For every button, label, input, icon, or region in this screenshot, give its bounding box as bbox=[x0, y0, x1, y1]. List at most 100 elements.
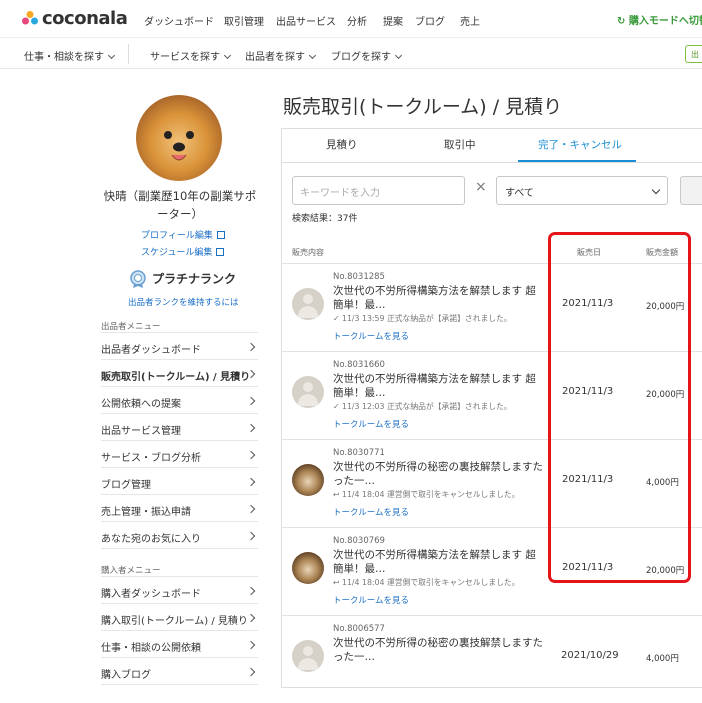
subnav-find-service[interactable]: サービスを探す bbox=[150, 48, 232, 63]
keyword-input[interactable]: キーワードを入力 bbox=[292, 176, 465, 205]
buyer-avatar[interactable] bbox=[292, 376, 324, 408]
highlight-box bbox=[548, 232, 691, 583]
chevron-right-icon bbox=[246, 531, 256, 541]
medal-icon bbox=[130, 270, 146, 288]
menu-item-buyer-talkroom[interactable]: 購入取引(トークルーム) / 見積り bbox=[101, 605, 258, 631]
menu-item-label: 購入取引(トークルーム) / 見積り bbox=[101, 616, 248, 627]
subnav-find-blog[interactable]: ブログを探す bbox=[331, 48, 403, 63]
search-button[interactable] bbox=[680, 176, 702, 205]
menu-item-public-request[interactable]: 公開依頼への提案 bbox=[101, 388, 258, 414]
menu-divider bbox=[101, 332, 258, 333]
chevron-right-icon bbox=[246, 450, 256, 460]
order-title[interactable]: 次世代の不労所得構築方法を解禁します 超簡単！最… bbox=[333, 548, 545, 576]
chevron-down-icon bbox=[107, 51, 116, 60]
talkroom-link[interactable]: トークルームを見る bbox=[333, 330, 409, 342]
chevron-right-icon bbox=[246, 396, 256, 406]
subnav-find-work[interactable]: 仕事・相談を探す bbox=[24, 48, 116, 63]
rank-hint-link[interactable]: 出品者ランクを維持するには bbox=[128, 296, 239, 308]
menu-divider bbox=[101, 576, 258, 577]
table-row: No.8006577 次世代の不労所得の秘密の裏技解禁しますたった一… 2021… bbox=[282, 615, 702, 703]
buyer-avatar[interactable] bbox=[292, 640, 324, 672]
buyer-avatar[interactable] bbox=[292, 464, 324, 496]
menu-item-label: 購入ブログ bbox=[101, 670, 151, 681]
chevron-down-icon bbox=[394, 51, 403, 60]
external-link-icon bbox=[216, 248, 225, 256]
tab-in-progress[interactable]: 取引中 bbox=[444, 137, 476, 152]
menu-item-seller-dashboard[interactable]: 出品者ダッシュボード bbox=[101, 334, 258, 360]
switch-mode-link[interactable]: ↻ 購入モードへ切替 bbox=[617, 12, 702, 27]
menu-item-blog-manage[interactable]: ブログ管理 bbox=[101, 469, 258, 495]
chevron-right-icon bbox=[246, 423, 256, 433]
menu-item-label: 購入者ダッシュボード bbox=[101, 589, 201, 600]
schedule-edit-label: スケジュール編集 bbox=[141, 248, 213, 258]
order-status: ↩ 11/4 18:04 運営側で取引をキャンセルしました。 bbox=[333, 578, 520, 587]
nav-services[interactable]: 出品サービス bbox=[276, 13, 336, 28]
status-filter-value: すべて bbox=[505, 188, 534, 199]
dog-face-icon bbox=[164, 131, 194, 161]
user-avatar[interactable] bbox=[136, 95, 222, 181]
menu-item-label: ブログ管理 bbox=[101, 480, 151, 491]
switch-icon: ↻ bbox=[617, 16, 629, 27]
subnav-find-work-label: 仕事・相談を探す bbox=[24, 52, 104, 63]
tab-divider bbox=[282, 162, 702, 163]
clear-icon[interactable]: × bbox=[475, 179, 487, 195]
col-header-content: 販売内容 bbox=[292, 248, 324, 257]
subnav-find-seller-label: 出品者を探す bbox=[245, 52, 305, 63]
external-link-icon bbox=[216, 231, 225, 239]
nav-transactions[interactable]: 取引管理 bbox=[224, 13, 264, 28]
profile-edit-link[interactable]: プロフィール編集 bbox=[141, 228, 225, 241]
top-bar: coconala ダッシュボード 取引管理 出品サービス 分析 提案 ブログ 売… bbox=[0, 0, 702, 38]
buyer-avatar[interactable] bbox=[292, 288, 324, 320]
menu-item-public-request-buyer[interactable]: 仕事・相談の公開依頼 bbox=[101, 632, 258, 658]
menu-item-buyer-blog[interactable]: 購入ブログ bbox=[101, 659, 258, 685]
seller-menu-heading: 出品者メニュー bbox=[101, 322, 161, 332]
nav-sales[interactable]: 売上 bbox=[460, 13, 480, 28]
nav-analysis[interactable]: 分析 bbox=[347, 13, 367, 28]
menu-item-analysis[interactable]: サービス・ブログ分析 bbox=[101, 442, 258, 468]
order-status: ✓ 11/3 13:59 正式な納品が【承諾】されました。 bbox=[333, 314, 512, 323]
switch-mode-label: 購入モードへ切替 bbox=[628, 16, 702, 27]
menu-item-service-manage[interactable]: 出品サービス管理 bbox=[101, 415, 258, 441]
result-count: 検索結果：37件 bbox=[292, 214, 358, 224]
nav-blog[interactable]: ブログ bbox=[415, 13, 445, 28]
active-tab-indicator bbox=[518, 160, 636, 162]
schedule-edit-link[interactable]: スケジュール編集 bbox=[141, 245, 225, 258]
order-title[interactable]: 次世代の不労所得構築方法を解禁します 超簡単！最… bbox=[333, 372, 545, 400]
rank-label: プラチナランク bbox=[152, 272, 237, 286]
chevron-right-icon bbox=[246, 586, 256, 596]
nav-proposal[interactable]: 提案 bbox=[383, 13, 403, 28]
brand-logo[interactable]: coconala bbox=[42, 8, 128, 29]
order-number: No.8031285 bbox=[333, 272, 385, 282]
talkroom-link[interactable]: トークルームを見る bbox=[333, 418, 409, 430]
status-filter-select[interactable]: すべて bbox=[496, 176, 668, 205]
menu-item-favorites[interactable]: あなた宛のお気に入り bbox=[101, 523, 258, 549]
menu-item-sales-talkroom[interactable]: 販売取引(トークルーム) / 見積り bbox=[101, 361, 258, 387]
order-status: ↩ 11/4 18:04 運営側で取引をキャンセルしました。 bbox=[333, 490, 520, 499]
subnav-find-seller[interactable]: 出品者を探す bbox=[245, 48, 317, 63]
subnav-divider bbox=[128, 44, 129, 64]
chevron-right-icon bbox=[246, 667, 256, 677]
menu-item-label: サービス・ブログ分析 bbox=[101, 453, 201, 464]
tab-estimate[interactable]: 見積り bbox=[326, 137, 358, 152]
tab-completed-cancelled[interactable]: 完了・キャンセル bbox=[538, 137, 622, 152]
coconala-logo-icon bbox=[22, 11, 38, 25]
buyer-avatar[interactable] bbox=[292, 552, 324, 584]
menu-item-label: 公開依頼への提案 bbox=[101, 399, 181, 410]
order-title[interactable]: 次世代の不労所得の秘密の裏技解禁しますたった一… bbox=[333, 636, 545, 664]
nav-dashboard[interactable]: ダッシュボード bbox=[144, 13, 214, 28]
talkroom-link[interactable]: トークルームを見る bbox=[333, 594, 409, 606]
chevron-down-icon bbox=[308, 51, 317, 60]
order-title[interactable]: 次世代の不労所得構築方法を解禁します 超簡単！最… bbox=[333, 284, 545, 312]
menu-item-buyer-dashboard[interactable]: 購入者ダッシュボード bbox=[101, 578, 258, 604]
buyer-menu-heading: 購入者メニュー bbox=[101, 566, 161, 576]
order-number: No.8030769 bbox=[333, 536, 385, 546]
order-amount: 4,000円 bbox=[646, 654, 679, 664]
order-number: No.8006577 bbox=[333, 624, 385, 634]
talkroom-link[interactable]: トークルームを見る bbox=[333, 506, 409, 518]
out-button[interactable]: 出 bbox=[685, 45, 702, 63]
order-title[interactable]: 次世代の不労所得の秘密の裏技解禁しますたった一… bbox=[333, 460, 545, 488]
chevron-right-icon bbox=[246, 613, 256, 623]
order-status: ✓ 11/3 12:03 正式な納品が【承諾】されました。 bbox=[333, 402, 512, 411]
menu-item-sales-manage[interactable]: 売上管理・振込申請 bbox=[101, 496, 258, 522]
menu-item-label: 販売取引(トークルーム) / 見積り bbox=[101, 372, 251, 383]
